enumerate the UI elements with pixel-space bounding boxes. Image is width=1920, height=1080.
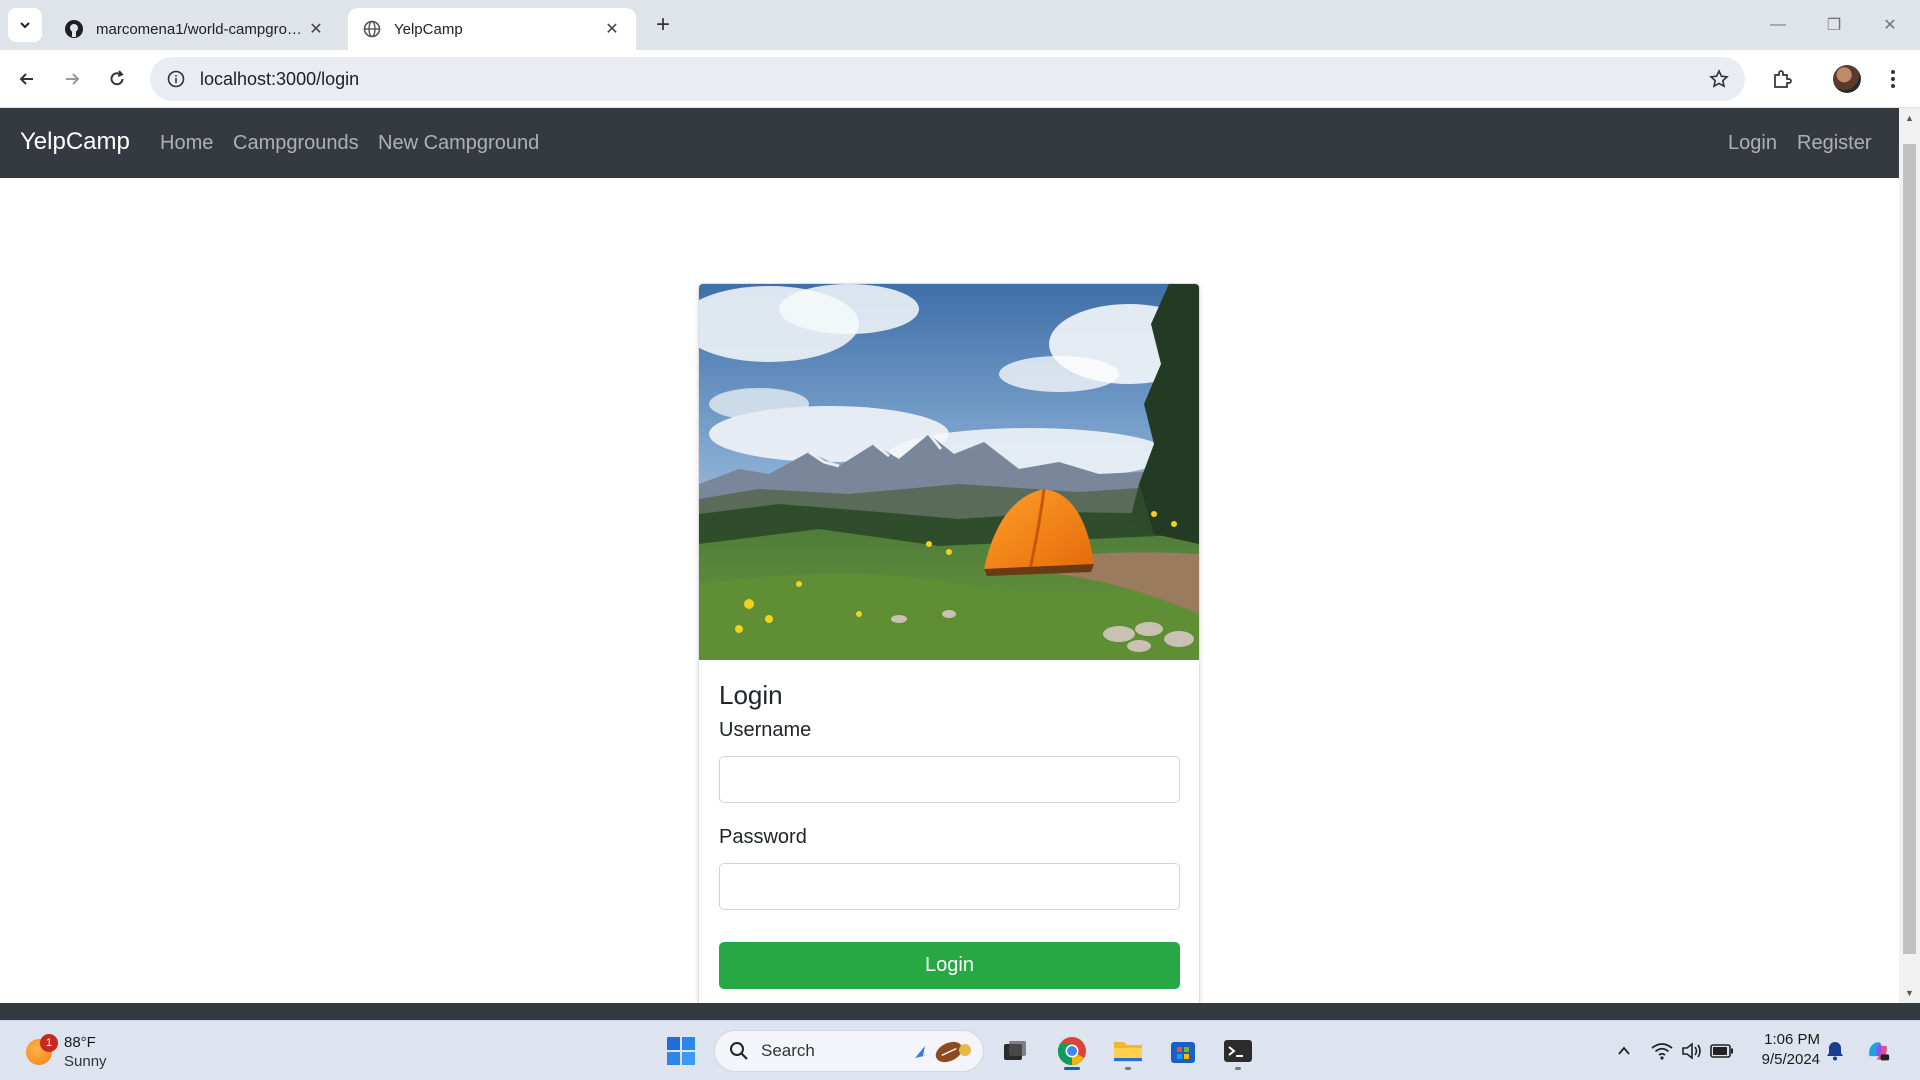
- taskbar-search[interactable]: Search: [714, 1030, 984, 1072]
- chevron-down-icon: [20, 22, 30, 29]
- login-title: Login: [719, 680, 783, 710]
- search-placeholder: Search: [761, 1041, 815, 1060]
- running-indicator: [1235, 1067, 1241, 1070]
- arrow-left-icon: [19, 73, 33, 85]
- tab-title: marcomena1/world-campground: [96, 20, 306, 38]
- avatar: [1833, 65, 1861, 93]
- browser-tabstrip: marcomena1/world-campground ✕ YelpCamp ✕…: [0, 0, 1920, 50]
- terminal-icon: [1224, 1040, 1252, 1062]
- restore-button[interactable]: ❐: [1806, 0, 1862, 50]
- page-footer-strip: [0, 1003, 1920, 1020]
- reload-icon: [110, 70, 124, 86]
- password-field[interactable]: [719, 863, 1180, 910]
- github-icon: [64, 19, 84, 39]
- login-submit-button[interactable]: Login: [719, 942, 1180, 989]
- weather-condition: Sunny: [64, 1053, 107, 1070]
- task-view-button[interactable]: [995, 1031, 1035, 1071]
- nav-new-campground[interactable]: New Campground: [378, 132, 539, 155]
- address-bar[interactable]: localhost:3000/login: [150, 57, 1745, 101]
- taskbar: 1 88°F Sunny Search 1:06 PM 9/5/2024: [0, 1020, 1920, 1080]
- browser-toolbar: localhost:3000/login: [0, 50, 1920, 108]
- battery-icon[interactable]: [1710, 1039, 1734, 1063]
- file-explorer-button[interactable]: [1108, 1031, 1148, 1071]
- page-viewport: YelpCamp Home Campgrounds New Campground…: [0, 108, 1920, 1003]
- wifi-icon[interactable]: [1650, 1039, 1674, 1063]
- username-label: Username: [719, 719, 812, 741]
- copilot-icon[interactable]: [1866, 1039, 1890, 1063]
- app-navbar: YelpCamp Home Campgrounds New Campground…: [0, 108, 1899, 178]
- close-icon[interactable]: ✕: [602, 19, 622, 39]
- windows-icon: [667, 1037, 695, 1065]
- forward-button[interactable]: [56, 63, 88, 95]
- tab-title: YelpCamp: [394, 20, 463, 38]
- nav-register[interactable]: Register: [1797, 132, 1871, 155]
- task-view-icon: [1004, 1041, 1026, 1060]
- chrome-icon: [1057, 1037, 1086, 1066]
- tab-github[interactable]: marcomena1/world-campground ✕: [50, 8, 340, 50]
- store-button[interactable]: [1163, 1031, 1203, 1071]
- scroll-down-icon[interactable]: ▼: [1903, 987, 1916, 999]
- nav-home[interactable]: Home: [160, 132, 213, 155]
- system-clock[interactable]: 1:06 PM 9/5/2024: [1748, 1030, 1820, 1070]
- campground-image: [699, 284, 1199, 660]
- search-highlight-icon: [915, 1041, 971, 1063]
- chrome-taskbar-button[interactable]: [1052, 1031, 1092, 1071]
- bookmark-star-icon[interactable]: [1707, 67, 1731, 91]
- username-field[interactable]: [719, 756, 1180, 803]
- minimize-button[interactable]: —: [1750, 0, 1806, 50]
- close-icon[interactable]: ✕: [306, 19, 326, 39]
- start-button[interactable]: [661, 1031, 701, 1071]
- tab-search-button[interactable]: [8, 8, 42, 42]
- nav-login[interactable]: Login: [1728, 132, 1777, 155]
- reload-button[interactable]: [101, 63, 133, 95]
- folder-icon: [1114, 1042, 1142, 1062]
- terminal-button[interactable]: [1218, 1031, 1258, 1071]
- store-icon: [1171, 1042, 1195, 1063]
- clock-time: 1:06 PM: [1764, 1031, 1820, 1048]
- password-label: Password: [719, 826, 807, 848]
- new-tab-button[interactable]: +: [650, 11, 676, 38]
- login-card: Login Username Password Login: [698, 283, 1200, 1003]
- weather-widget[interactable]: 1 88°F Sunny: [24, 1029, 124, 1073]
- active-indicator: [1064, 1067, 1080, 1070]
- arrow-right-icon: [66, 73, 80, 85]
- weather-temperature: 88°F: [64, 1034, 96, 1051]
- clock-date: 9/5/2024: [1761, 1051, 1820, 1068]
- running-indicator: [1125, 1067, 1131, 1070]
- brand-link[interactable]: YelpCamp: [20, 128, 130, 156]
- notification-bell-icon[interactable]: [1823, 1039, 1847, 1063]
- weather-badge: 1: [40, 1034, 58, 1052]
- page-scrollbar[interactable]: ▲ ▼: [1899, 108, 1920, 1003]
- close-window-button[interactable]: ✕: [1862, 0, 1918, 50]
- globe-icon: [362, 19, 382, 39]
- volume-icon[interactable]: [1680, 1039, 1704, 1063]
- back-button[interactable]: [11, 63, 43, 95]
- scroll-thumb[interactable]: [1903, 144, 1916, 954]
- site-info-icon[interactable]: [164, 67, 188, 91]
- scroll-up-icon[interactable]: ▲: [1903, 112, 1916, 124]
- search-icon: [730, 1042, 748, 1060]
- chevron-up-icon[interactable]: [1612, 1039, 1636, 1063]
- browser-menu-icon[interactable]: [1877, 63, 1909, 95]
- url-text: localhost:3000/login: [200, 68, 360, 89]
- profile-avatar[interactable]: [1831, 63, 1863, 95]
- extensions-icon[interactable]: [1766, 63, 1798, 95]
- tab-yelpcamp[interactable]: YelpCamp ✕: [348, 8, 636, 50]
- nav-campgrounds[interactable]: Campgrounds: [233, 132, 359, 155]
